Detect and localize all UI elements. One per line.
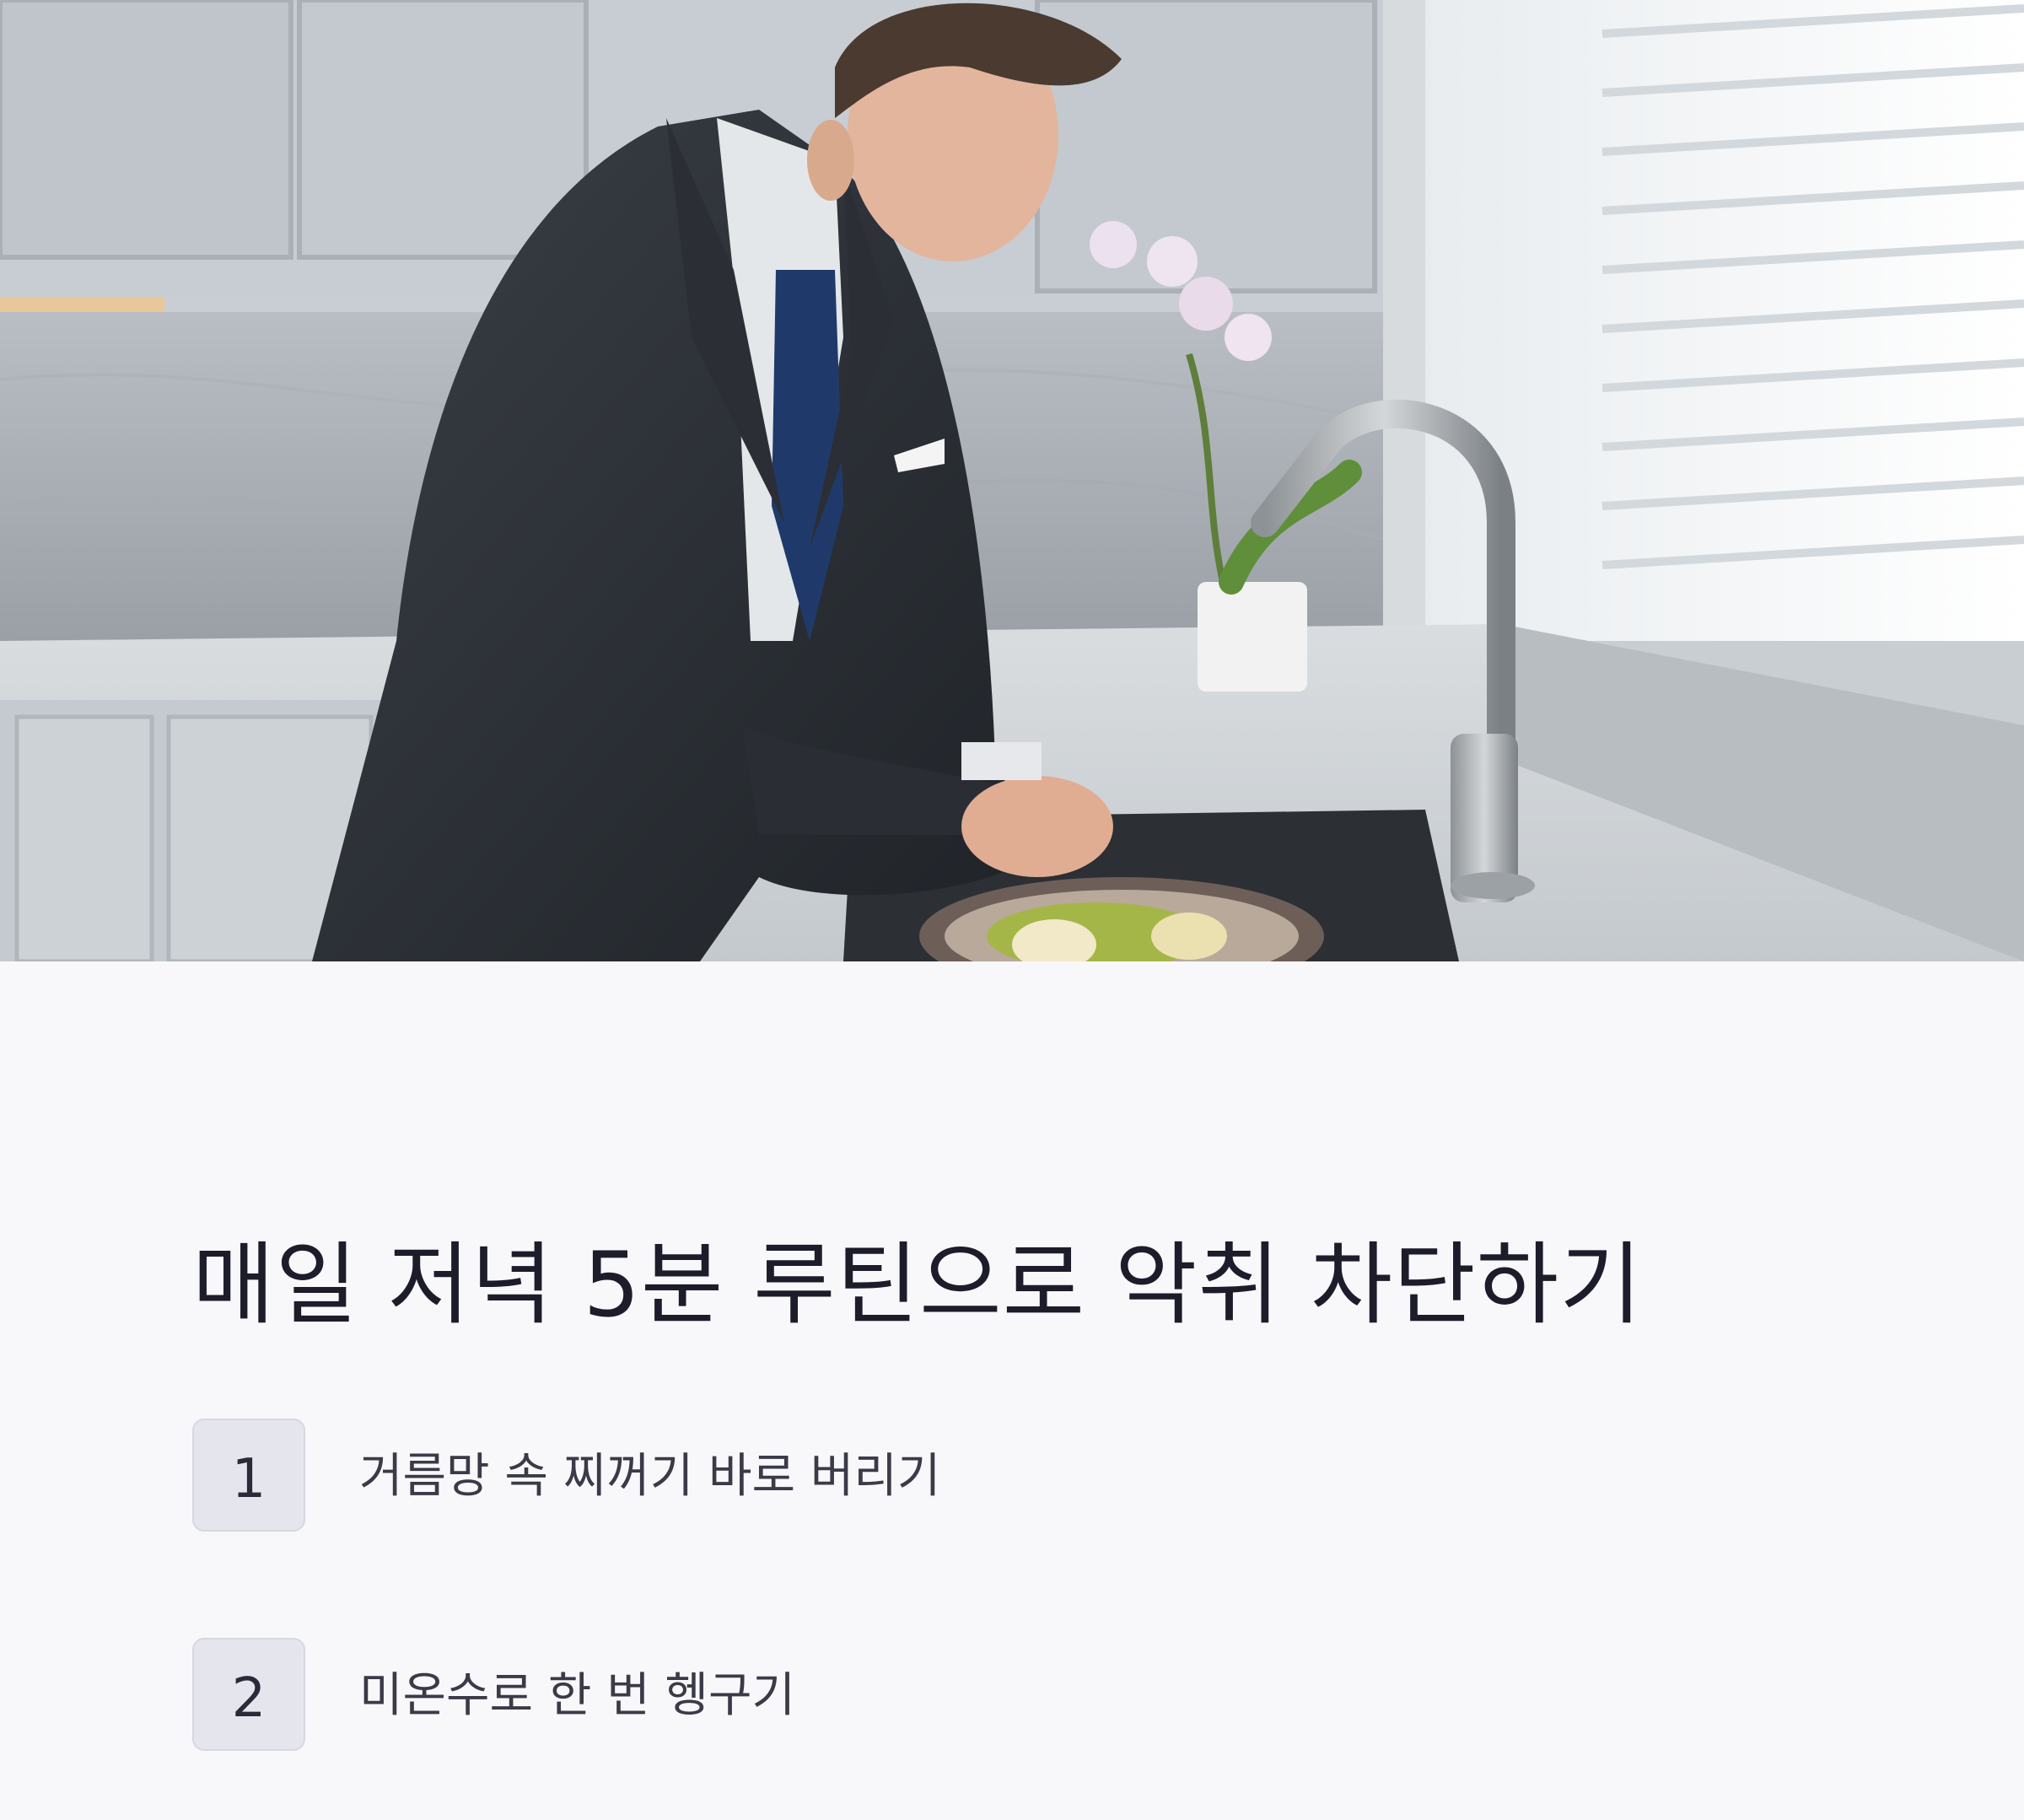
step-text: 거름망 속 찌꺼기 바로 버리기	[359, 1448, 941, 1504]
content-panel: 매일 저녁 5분 루틴으로 악취 차단하기 1 거름망 속 찌꺼기 바로 버리기…	[0, 961, 2024, 1820]
list-item: 1 거름망 속 찌꺼기 바로 버리기	[192, 1419, 940, 1532]
headline: 매일 저녁 5분 루틴으로 악취 차단하기	[192, 1233, 1643, 1337]
kitchen-illustration	[0, 0, 2024, 961]
list-item: 2 미온수로 한 번 헹구기	[192, 1638, 795, 1751]
step-text: 미온수로 한 번 헹구기	[359, 1667, 796, 1723]
step-number-badge: 2	[192, 1638, 305, 1751]
step-number-badge: 1	[192, 1419, 305, 1532]
hero-image	[0, 0, 2024, 961]
